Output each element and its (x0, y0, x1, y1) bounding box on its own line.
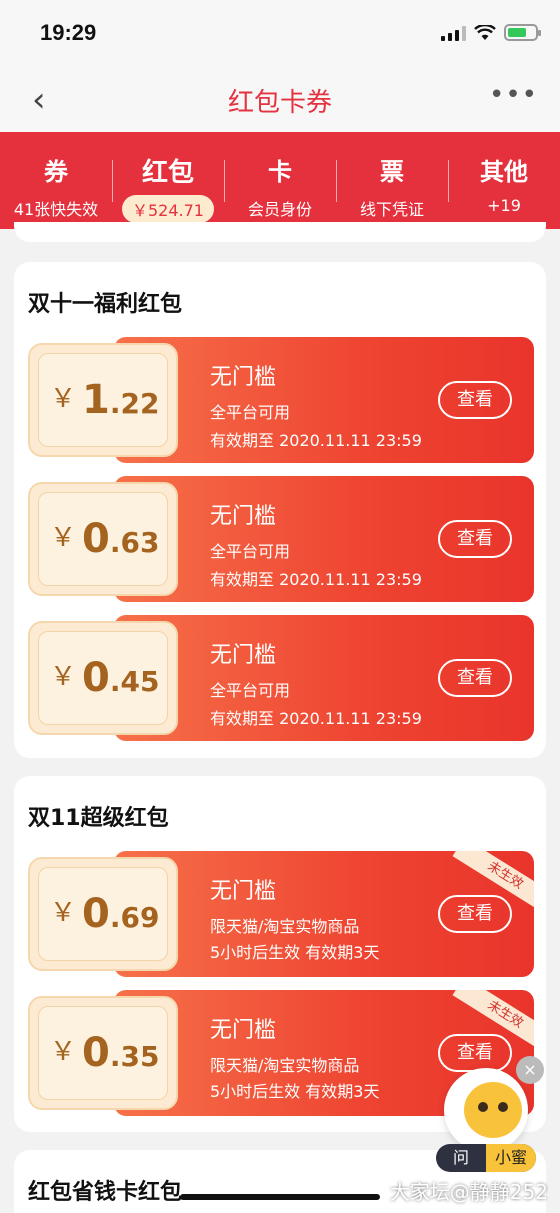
battery-icon (504, 24, 541, 41)
previous-section-card (14, 222, 546, 242)
coupon-scope: 限天猫/淘宝实物商品 (210, 1056, 360, 1075)
section-title: 双十一福利红包 (28, 292, 183, 317)
assistant-name: 小蜜 (486, 1144, 536, 1172)
status-icons (441, 24, 541, 41)
view-button[interactable]: 查看 (438, 659, 512, 697)
view-button[interactable]: 查看 (438, 1034, 512, 1072)
assistant-widget[interactable]: 问 小蜜 (436, 1068, 540, 1172)
assistant-label: 问 小蜜 (436, 1144, 536, 1172)
tab-label: 卡 (268, 158, 292, 186)
tab-sub: 线下凭证 (359, 200, 424, 219)
tab-other[interactable]: 其他 +19 (448, 132, 560, 229)
tab-label: 券 (44, 158, 68, 186)
tab-label: 其他 (480, 158, 528, 186)
coupon-scope: 全平台可用 (210, 403, 291, 422)
coupon-title: 无门槛 (210, 1018, 277, 1043)
coupon-amount: ￥ 0.35 (50, 1030, 160, 1076)
coupon-scope: 全平台可用 (210, 542, 291, 561)
mascot-icon (464, 1082, 522, 1138)
coupon-validity: 5小时后生效 有效期3天 (210, 943, 380, 962)
section-title: 双11超级红包 (28, 806, 169, 831)
coupon-amount: ￥ 1.22 (50, 377, 160, 423)
coupon-card[interactable]: 未生效 无门槛 限天猫/淘宝实物商品 5小时后生效 有效期3天 查看 ￥ 0.69 (28, 851, 534, 977)
coupon-amount-panel: ￥ 0.63 (28, 482, 178, 596)
coupon-amount-panel: ￥ 0.35 (28, 996, 178, 1110)
coupon-scope: 全平台可用 (210, 681, 291, 700)
coupon-validity: 5小时后生效 有效期3天 (210, 1082, 380, 1101)
status-bar: 19:29 (0, 0, 560, 68)
tab-sub: 会员身份 (247, 200, 312, 219)
coupon-amount-panel: ￥ 1.22 (28, 343, 178, 457)
close-icon[interactable]: × (516, 1056, 544, 1084)
assistant-avatar (444, 1068, 528, 1152)
tab-card[interactable]: 卡 会员身份 (224, 132, 336, 229)
tab-sub: +19 (487, 196, 521, 215)
wifi-icon (474, 24, 496, 40)
coupon-amount: ￥ 0.45 (50, 655, 160, 701)
coupon-card[interactable]: 无门槛 全平台可用 有效期至 2020.11.11 23:59 查看 ￥ 0.45 (28, 615, 534, 741)
status-time: 19:29 (40, 20, 97, 45)
coupon-validity: 有效期至 2020.11.11 23:59 (210, 570, 422, 589)
coupon-amount: ￥ 0.69 (50, 891, 160, 937)
coupon-title: 无门槛 (210, 879, 277, 904)
home-indicator (180, 1194, 380, 1200)
coupon-validity: 有效期至 2020.11.11 23:59 (210, 431, 422, 450)
watermark: 大家坛@静静252 (389, 1180, 548, 1204)
section-title: 红包省钱卡红包 (28, 1180, 183, 1205)
coupon-title: 无门槛 (210, 643, 277, 668)
coupon-amount-panel: ￥ 0.45 (28, 621, 178, 735)
view-button[interactable]: 查看 (438, 895, 512, 933)
tab-sub: 41张快失效 (13, 200, 99, 219)
coupon-validity: 有效期至 2020.11.11 23:59 (210, 709, 422, 728)
page-title: 红包卡券 (227, 88, 332, 118)
section-card: 双十一福利红包 无门槛 全平台可用 有效期至 2020.11.11 23:59 … (14, 262, 546, 758)
balance-badge: ￥524.71 (122, 195, 214, 223)
view-button[interactable]: 查看 (438, 381, 512, 419)
more-icon[interactable]: ••• (489, 80, 538, 110)
ask-label: 问 (452, 1148, 469, 1167)
coupon-title: 无门槛 (210, 504, 277, 529)
signal-icon (441, 25, 466, 41)
tab-ticket[interactable]: 票 线下凭证 (336, 132, 448, 229)
tab-red-packet[interactable]: 红包 ￥524.71 (112, 132, 224, 229)
coupon-amount: ￥ 0.63 (50, 516, 160, 562)
coupon-amount-panel: ￥ 0.69 (28, 857, 178, 971)
coupon-title: 无门槛 (210, 365, 277, 390)
tab-label: 红包 (141, 158, 194, 188)
nav-bar: ‹ 红包卡券 ••• (0, 68, 560, 132)
view-button[interactable]: 查看 (438, 520, 512, 558)
coupon-card[interactable]: 无门槛 全平台可用 有效期至 2020.11.11 23:59 查看 ￥ 1.22 (28, 337, 534, 463)
coupon-scope: 限天猫/淘宝实物商品 (210, 917, 360, 936)
category-tabs: 券 41张快失效 红包 ￥524.71 卡 会员身份 票 线下凭证 其他 +19 (0, 132, 560, 229)
tab-coupon[interactable]: 券 41张快失效 (0, 132, 112, 229)
tab-label: 票 (380, 158, 404, 186)
coupon-card[interactable]: 无门槛 全平台可用 有效期至 2020.11.11 23:59 查看 ￥ 0.63 (28, 476, 534, 602)
